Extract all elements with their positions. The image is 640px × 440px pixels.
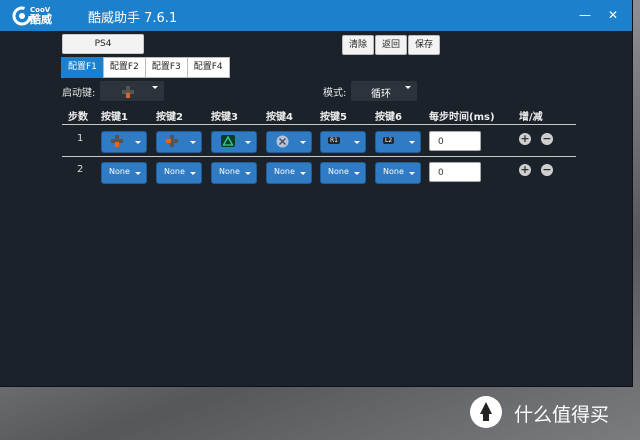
cross-icon [276,135,289,148]
title-bar: CooV 酷威 酷威助手 7.6.1 — ✕ [0,0,632,31]
chevron-down-icon [354,141,360,144]
header-key6: 按键6 [375,112,402,123]
header-add-remove: 增/减 [519,112,543,123]
chevron-down-icon [245,141,251,144]
chevron-down-icon [409,141,415,144]
remove-step-button[interactable]: − [541,164,553,176]
header-key1: 按键1 [101,112,128,123]
key6-button[interactable]: None [375,162,421,184]
key6-value: L2 [383,137,395,144]
step-number: 2 [77,164,84,175]
platform-button[interactable]: PS4 [62,34,144,54]
key5-value: None [328,167,349,176]
tab-config-f4[interactable]: 配置F4 [186,57,230,78]
save-button[interactable]: 保存 [408,35,440,55]
chevron-down-icon [190,172,196,175]
key2-value: None [164,167,185,176]
watermark-text: 什么值得买 [514,404,610,426]
key4-button[interactable] [266,131,312,153]
remove-step-button[interactable]: − [541,133,553,145]
header-divider [62,124,576,125]
chevron-down-icon [300,172,306,175]
triangle-icon [221,135,235,147]
dpad-down-icon [122,86,134,98]
trigger-key-dropdown[interactable] [100,81,164,101]
step-number: 1 [77,133,84,144]
brand-cn: 酷威 [30,13,52,26]
header-key4: 按键4 [266,112,293,123]
dpad-down-icon [111,135,123,147]
tab-config-f1[interactable]: 配置F1 [61,57,104,78]
key1-button[interactable]: None [101,162,147,184]
key3-button[interactable] [211,131,257,153]
config-tabs: 配置F1 配置F2 配置F3 配置F4 [61,57,230,78]
header-key2: 按键2 [156,112,183,123]
mode-value: 循环 [371,89,391,100]
app-window: CooV 酷威 酷威助手 7.6.1 — ✕ PS4 清除 返回 保存 配置F1… [0,0,632,386]
header-step: 步数 [68,112,88,123]
header-key5: 按键5 [320,112,347,123]
key4-value: None [274,167,295,176]
dpad-left-icon [166,135,178,147]
chevron-down-icon [409,172,415,175]
step-time-input[interactable]: 0 [429,162,481,182]
tab-config-f2[interactable]: 配置F2 [102,57,146,78]
key1-button[interactable] [101,131,147,153]
clear-button[interactable]: 清除 [342,35,374,55]
mode-dropdown[interactable]: 循环 [351,81,417,101]
header-key3: 按键3 [211,112,238,123]
chevron-down-icon [135,141,141,144]
row-divider [62,156,576,157]
key5-button[interactable]: R1 [320,131,366,153]
key2-button[interactable] [156,131,202,153]
key1-value: None [109,167,130,176]
trigger-key-label: 启动键: [62,88,96,99]
key2-button[interactable]: None [156,162,202,184]
chevron-down-icon [405,86,411,89]
brand-logo: CooV 酷威 [30,6,52,26]
key5-button[interactable]: None [320,162,366,184]
step-time-input[interactable]: 0 [429,131,481,151]
chevron-down-icon [354,172,360,175]
key3-value: None [219,167,240,176]
chevron-down-icon [300,141,306,144]
close-button[interactable]: ✕ [606,9,620,21]
key6-value: None [383,167,404,176]
key5-value: R1 [328,137,340,144]
chevron-down-icon [245,172,251,175]
tab-config-f3[interactable]: 配置F3 [144,57,188,78]
mode-label: 模式: [323,88,347,99]
key6-button[interactable]: L2 [375,131,421,153]
chevron-down-icon [152,86,158,89]
key4-button[interactable]: None [266,162,312,184]
add-step-button[interactable]: + [519,164,531,176]
header-step-time: 每步时间(ms) [429,112,495,123]
back-button[interactable]: 返回 [375,35,407,55]
watermark-logo-icon [470,396,502,428]
chevron-down-icon [190,141,196,144]
coov-logo-icon [12,6,32,26]
chevron-down-icon [135,172,141,175]
window-title: 酷威助手 7.6.1 [88,11,178,26]
key3-button[interactable]: None [211,162,257,184]
minimize-button[interactable]: — [578,9,592,21]
add-step-button[interactable]: + [519,133,531,145]
